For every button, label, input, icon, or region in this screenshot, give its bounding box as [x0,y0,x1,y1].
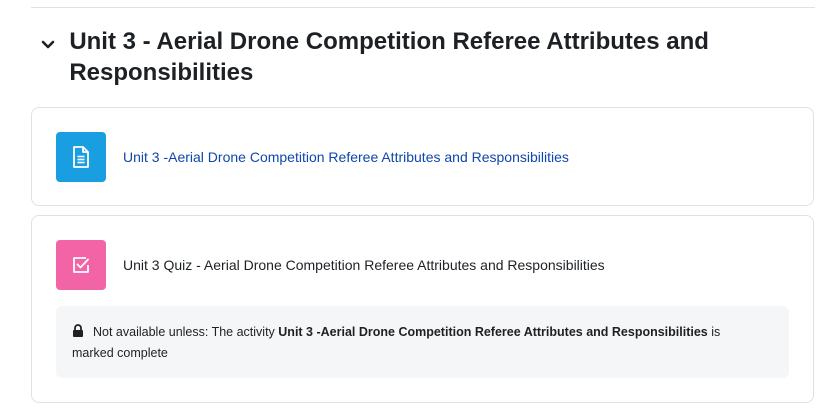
activity-card-quiz: Unit 3 Quiz - Aerial Drone Competition R… [31,215,814,403]
availability-suffix: is [707,325,721,339]
activity-link-page[interactable]: Unit 3 -Aerial Drone Competition Referee… [123,149,569,165]
course-section: Unit 3 - Aerial Drone Competition Refere… [0,0,833,409]
quiz-checkbox-icon [56,240,106,290]
section-header: Unit 3 - Aerial Drone Competition Refere… [38,26,798,88]
section-divider [31,7,815,8]
lock-icon [72,323,84,337]
availability-activity-link[interactable]: Unit 3 -Aerial Drone Competition Referee… [278,325,707,339]
page-document-icon[interactable] [56,132,106,182]
availability-prefix: Not available unless: The activity [93,325,279,339]
activity-name-quiz: Unit 3 Quiz - Aerial Drone Competition R… [123,257,605,273]
section-title[interactable]: Unit 3 - Aerial Drone Competition Refere… [69,26,798,88]
activity-item: Unit 3 -Aerial Drone Competition Referee… [56,132,569,182]
availability-suffix-line2: marked complete [72,346,168,360]
chevron-down-icon[interactable] [38,34,57,56]
availability-restriction: Not available unless: The activity Unit … [56,306,789,378]
activity-item: Unit 3 Quiz - Aerial Drone Competition R… [56,240,605,290]
activity-card-page: Unit 3 -Aerial Drone Competition Referee… [31,107,814,206]
